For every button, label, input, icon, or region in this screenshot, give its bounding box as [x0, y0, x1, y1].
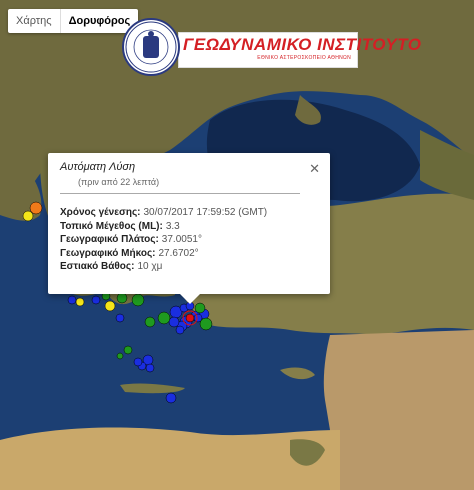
- magnitude-row: Τοπικό Μέγεθος (ML): 3.3: [60, 220, 267, 234]
- origin-time-clock: 17:59:52 (GMT): [196, 207, 268, 218]
- earthquake-marker-yellow[interactable]: [104, 300, 116, 312]
- earthquake-marker-green[interactable]: [123, 345, 133, 355]
- depth-value: 10 χμ: [137, 261, 163, 272]
- institute-logo: ΓΕΩΔΥΝΑΜΙΚΟ ΙΝΣΤΙΤΟΥΤΟ ΕΘΝΙΚΟ ΑΣΤΕΡΟΣΚΟΠ…: [122, 18, 421, 76]
- earthquake-marker-green[interactable]: [116, 352, 124, 360]
- earthquake-marker-blue[interactable]: [67, 295, 77, 305]
- magnitude-value: 3.3: [165, 220, 180, 232]
- popup-details: Χρόνος γένεσης: 30/07/2017 17:59:52 (GMT) …: [60, 206, 267, 274]
- logo-seal: [122, 18, 180, 76]
- earthquake-marker-blue[interactable]: [165, 392, 177, 404]
- earthquake-marker-green[interactable]: [116, 292, 128, 304]
- earthquake-marker-green[interactable]: [144, 316, 156, 328]
- earthquake-marker-blue[interactable]: [175, 325, 185, 335]
- origin-time-date: 30/07/2017: [143, 207, 194, 218]
- seal-icon: [125, 21, 177, 73]
- longitude-row: Γεωγραφικό Μήκος: 27.6702°: [60, 247, 267, 261]
- popup-pointer: [180, 294, 200, 304]
- latitude-label: Γεωγραφικό Πλάτος:: [60, 234, 159, 245]
- earthquake-marker-blue[interactable]: [91, 295, 101, 305]
- map-type-control: Χάρτης Δορυφόρος: [8, 9, 139, 33]
- depth-label: Εστιακό Βάθος:: [60, 261, 135, 272]
- latitude-value: 37.0051°: [161, 234, 202, 245]
- logo-banner: ΓΕΩΔΥΝΑΜΙΚΟ ΙΝΣΤΙΤΟΥΤΟ ΕΘΝΙΚΟ ΑΣΤΕΡΟΣΚΟΠ…: [178, 32, 421, 68]
- origin-time-label: Χρόνος γένεσης:: [60, 207, 141, 218]
- longitude-label: Γεωγραφικό Μήκος:: [60, 247, 156, 259]
- close-icon[interactable]: ✕: [309, 161, 320, 177]
- earthquake-marker-green[interactable]: [194, 302, 206, 314]
- latitude-row: Γεωγραφικό Πλάτος: 37.0051°: [60, 233, 267, 247]
- earthquake-marker-green[interactable]: [199, 317, 213, 331]
- earthquake-marker-blue[interactable]: [133, 357, 143, 367]
- depth-row: Εστιακό Βάθος: 10 χμ: [60, 260, 267, 274]
- earthquake-marker-green[interactable]: [157, 311, 171, 325]
- origin-time-row: Χρόνος γένεσης: 30/07/2017 17:59:52 (GMT): [60, 206, 267, 220]
- logo-subtitle: ΕΘΝΙΚΟ ΑΣΤΕΡΟΣΚΟΠΕΙΟ ΑΘΗΝΩΝ: [257, 55, 351, 61]
- earthquake-info-window: ✕ Αυτόματη Λύση (πριν από 22 λεπτά) Χρόν…: [48, 153, 330, 304]
- longitude-value: 27.6702°: [158, 247, 199, 259]
- popup-divider: [60, 193, 300, 194]
- earthquake-marker-yellow[interactable]: [22, 210, 34, 222]
- land-levant: [323, 330, 474, 490]
- popup-subtitle: (πριν από 22 λεπτά): [78, 177, 160, 187]
- earthquake-marker-blue[interactable]: [145, 363, 155, 373]
- magnitude-label: Τοπικό Μέγεθος (ML):: [60, 220, 163, 232]
- earthquake-marker-blue[interactable]: [115, 313, 125, 323]
- earthquake-marker-red[interactable]: [185, 313, 195, 323]
- logo-title: ΓΕΩΔΥΝΑΜΙΚΟ ΙΝΣΤΙΤΟΥΤΟ: [183, 35, 422, 54]
- map-button[interactable]: Χάρτης: [8, 9, 60, 33]
- earthquake-marker-blue[interactable]: [168, 316, 180, 328]
- earthquake-marker-yellow[interactable]: [75, 297, 85, 307]
- earthquake-marker-orange[interactable]: [29, 201, 43, 215]
- land-africa: [0, 427, 340, 490]
- earthquake-marker-green[interactable]: [131, 293, 145, 307]
- popup-title: Αυτόματη Λύση: [60, 161, 136, 173]
